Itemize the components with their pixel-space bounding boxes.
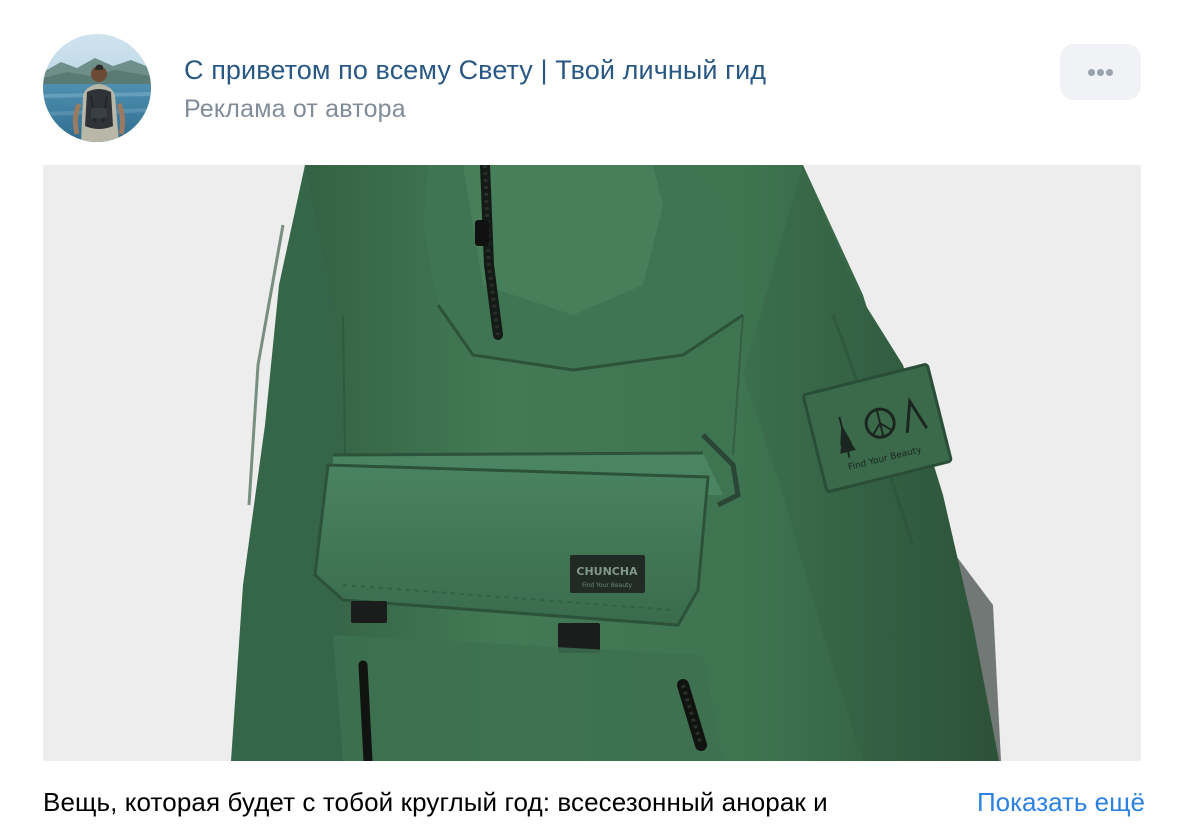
post-text-row: Вещь, которая будет с тобой круглый год:… bbox=[43, 786, 1145, 820]
brand-sublabel-text: Find Your Beauty bbox=[582, 582, 633, 589]
dot bbox=[1106, 69, 1113, 76]
dot bbox=[1097, 69, 1104, 76]
show-more-link[interactable]: Показать ещё bbox=[968, 786, 1145, 818]
brand-label-text: CHUNCHA bbox=[576, 565, 638, 578]
more-options-button[interactable] bbox=[1060, 44, 1141, 100]
avatar-image bbox=[43, 34, 151, 142]
anorak-jacket-image: CHUNCHA Find Your Beauty Find Your Beaut… bbox=[43, 165, 1141, 761]
post-text-fade bbox=[883, 786, 953, 820]
post-photo[interactable]: CHUNCHA Find Your Beauty Find Your Beaut… bbox=[43, 165, 1141, 761]
post-card: С приветом по всему Свету | Твой личный … bbox=[0, 0, 1184, 824]
post-text: Вещь, которая будет с тобой круглый год:… bbox=[43, 787, 828, 817]
ad-label: Реклама от автора bbox=[184, 95, 406, 123]
author-name-link[interactable]: С приветом по всему Свету | Твой личный … bbox=[184, 53, 766, 87]
dot bbox=[1088, 69, 1095, 76]
author-avatar[interactable] bbox=[43, 34, 151, 142]
